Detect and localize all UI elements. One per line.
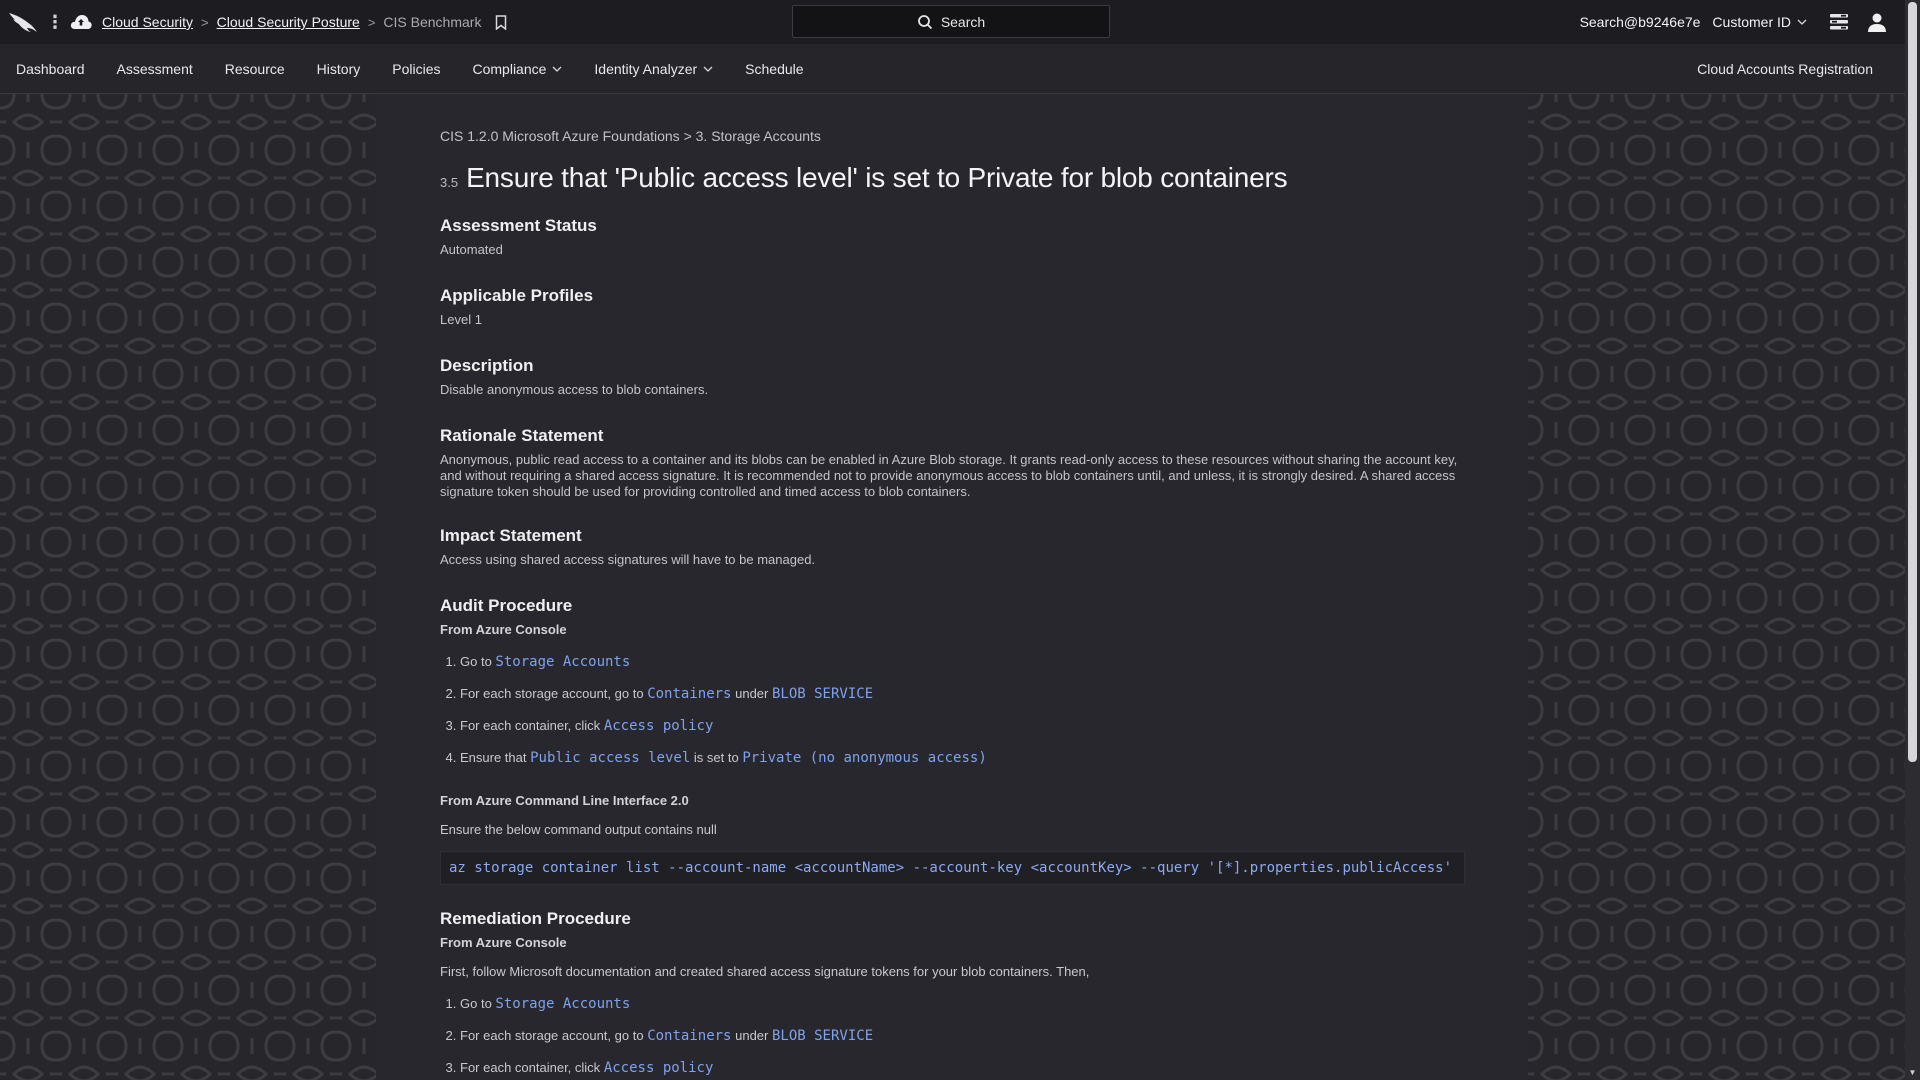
list-item: Ensure that Public access level is set t… bbox=[460, 747, 1470, 779]
customer-id-label: Customer ID bbox=[1712, 14, 1791, 30]
benchmark-document: CIS 1.2.0 Microsoft Azure Foundations > … bbox=[376, 94, 1528, 1080]
remediation-console-subheading: From Azure Console bbox=[440, 935, 567, 950]
top-right-controls: Search@b9246e7e Customer ID bbox=[1580, 0, 1887, 44]
bookmark-icon[interactable] bbox=[495, 14, 507, 30]
more-menu-icon[interactable]: ⋮ bbox=[46, 13, 64, 31]
chevron-right-icon: > bbox=[367, 14, 376, 30]
applicable-profiles-value: Level 1 bbox=[440, 312, 482, 327]
crumb-cloud-security[interactable]: Cloud Security bbox=[102, 14, 193, 30]
nav-identity-analyzer[interactable]: Identity Analyzer bbox=[594, 61, 713, 77]
top-bar: ⋮ Cloud Security > Cloud Security Postur… bbox=[0, 0, 1905, 44]
search-label: Search bbox=[940, 13, 986, 30]
customer-id-dropdown[interactable]: Customer ID bbox=[1712, 14, 1807, 30]
nav-schedule[interactable]: Schedule bbox=[745, 61, 803, 77]
decorative-pattern-right bbox=[1528, 94, 1905, 1080]
main-nav: Dashboard Assessment Resource History Po… bbox=[0, 44, 1905, 94]
document-breadcrumb: CIS 1.2.0 Microsoft Azure Foundations > … bbox=[440, 128, 821, 144]
applicable-profiles-heading: Applicable Profiles bbox=[440, 286, 594, 305]
nav-dashboard[interactable]: Dashboard bbox=[16, 61, 85, 77]
rationale-heading: Rationale Statement bbox=[440, 426, 604, 445]
list-item: For each storage account, go to Containe… bbox=[460, 1025, 1470, 1057]
description-text: Disable anonymous access to blob contain… bbox=[440, 382, 709, 397]
nav-policies[interactable]: Policies bbox=[392, 61, 440, 77]
nav-assessment[interactable]: Assessment bbox=[117, 61, 193, 77]
nav-compliance[interactable]: Compliance bbox=[472, 61, 562, 77]
remediation-procedure-heading: Remediation Procedure bbox=[440, 909, 631, 928]
global-search-input[interactable]: Search bbox=[792, 5, 1110, 38]
page-scrollbar[interactable]: ▼ bbox=[1905, 0, 1920, 1080]
remediation-intro-text: First, follow Microsoft documentation an… bbox=[440, 964, 1090, 979]
brand: ⋮ Cloud Security > Cloud Security Postur… bbox=[0, 0, 507, 44]
audit-steps: Go to Storage Accounts For each storage … bbox=[440, 651, 1470, 779]
chevron-down-icon bbox=[703, 66, 713, 72]
user-search-label[interactable]: Search@b9246e7e bbox=[1580, 14, 1701, 30]
crumb-cloud-security-posture[interactable]: Cloud Security Posture bbox=[217, 14, 360, 30]
impact-heading: Impact Statement bbox=[440, 526, 582, 545]
impact-text: Access using shared access signatures wi… bbox=[440, 552, 816, 567]
assessment-status-value: Automated bbox=[440, 242, 503, 257]
list-item: Go to Storage Accounts bbox=[460, 651, 1470, 683]
audit-cli-text: Ensure the below command output contains… bbox=[440, 822, 717, 837]
audit-procedure-heading: Audit Procedure bbox=[440, 596, 573, 615]
cloud-security-icon[interactable] bbox=[70, 13, 92, 31]
list-item: For each storage account, go to Containe… bbox=[460, 683, 1470, 715]
rationale-text: Anonymous, public read access to a conta… bbox=[440, 452, 1458, 499]
page-title: Ensure that 'Public access level' is set… bbox=[466, 162, 1288, 193]
list-item: Go to Storage Accounts bbox=[460, 993, 1470, 1025]
search-icon bbox=[917, 14, 932, 29]
nav-resource[interactable]: Resource bbox=[225, 61, 285, 77]
list-item: For each container, click Access policy bbox=[460, 1057, 1470, 1080]
audit-cli-subheading: From Azure Command Line Interface 2.0 bbox=[440, 793, 689, 808]
chevron-down-icon bbox=[552, 66, 562, 72]
assessment-status-heading: Assessment Status bbox=[440, 216, 597, 235]
recommendation-number: 3.5 bbox=[440, 175, 459, 190]
title-row: 3.5 Ensure that 'Public access level' is… bbox=[440, 162, 1470, 194]
chevron-down-icon bbox=[1797, 19, 1807, 25]
app-breadcrumb: Cloud Security > Cloud Security Posture … bbox=[102, 14, 507, 30]
user-profile-icon[interactable] bbox=[1867, 12, 1887, 32]
chevron-right-icon: > bbox=[201, 14, 209, 30]
description-heading: Description bbox=[440, 356, 534, 375]
nav-history[interactable]: History bbox=[317, 61, 361, 77]
list-item: For each container, click Access policy bbox=[460, 715, 1470, 747]
crumb-cis-benchmark: CIS Benchmark bbox=[383, 14, 482, 30]
scroll-down-arrow-icon[interactable]: ▼ bbox=[1908, 1068, 1917, 1078]
remediation-steps: Go to Storage Accounts For each storage … bbox=[440, 993, 1470, 1080]
audit-console-subheading: From Azure Console bbox=[440, 622, 567, 637]
audit-command-code-block[interactable]: az storage container list --account-name… bbox=[440, 851, 1465, 885]
scrollbar-thumb[interactable] bbox=[1908, 2, 1917, 762]
falcon-logo-icon[interactable] bbox=[8, 10, 38, 34]
stack-icon[interactable] bbox=[1829, 13, 1849, 31]
cloud-accounts-registration-link[interactable]: Cloud Accounts Registration bbox=[1697, 61, 1873, 77]
decorative-pattern-left bbox=[0, 94, 376, 1080]
